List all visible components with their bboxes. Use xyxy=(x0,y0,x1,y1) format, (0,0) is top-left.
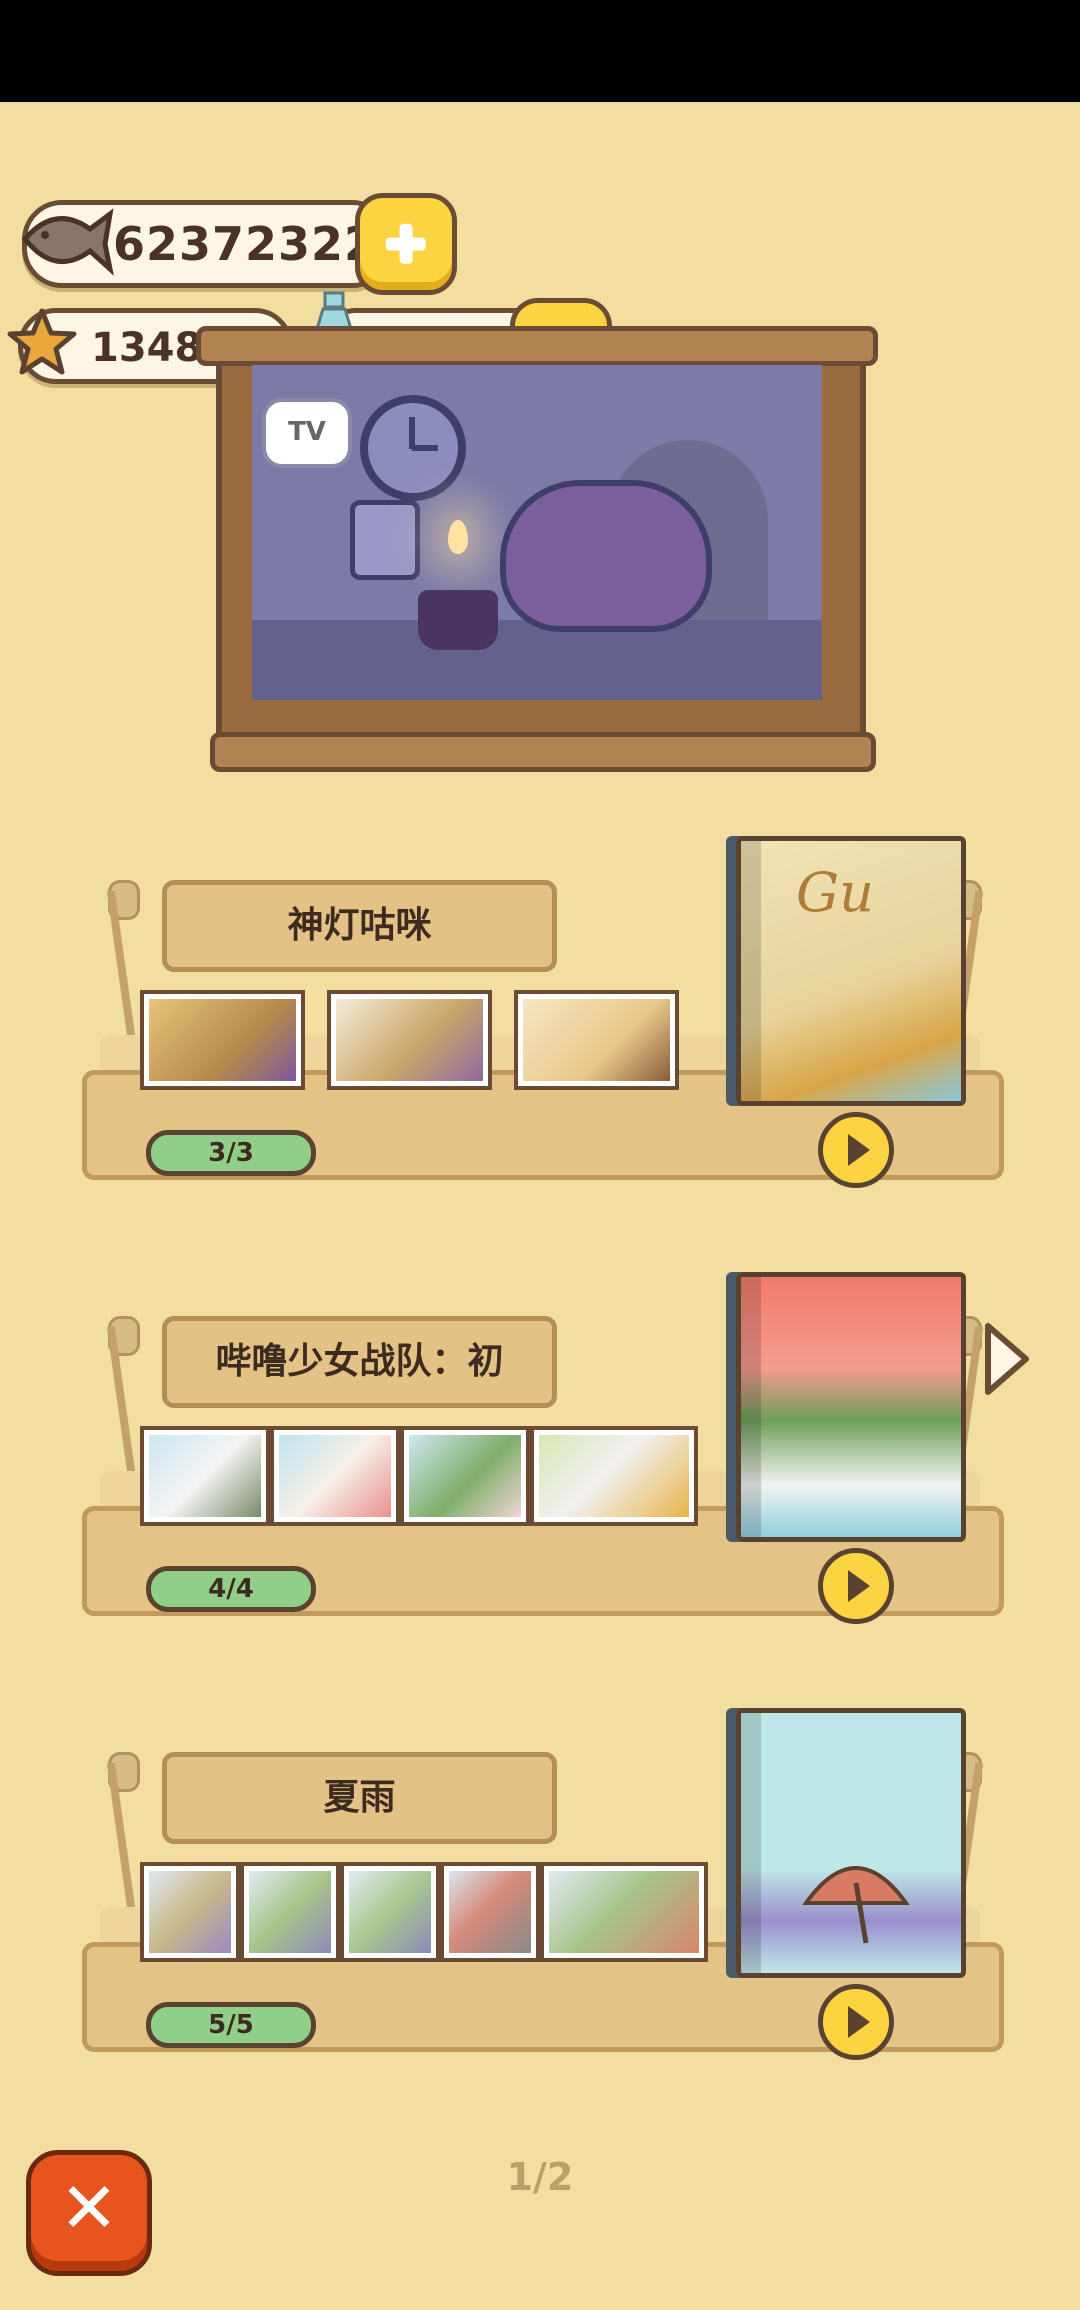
story-title: 夏雨 xyxy=(162,1752,557,1844)
close-button[interactable]: ✕ xyxy=(26,2150,152,2276)
story-thumbnails xyxy=(140,1862,708,1962)
jar-icon xyxy=(350,500,420,580)
book-logo: Gu xyxy=(796,861,874,924)
book-spine xyxy=(741,841,761,1101)
story-progress: 3/3 xyxy=(146,1130,316,1176)
story-progress: 5/5 xyxy=(146,2002,316,2048)
story-title: 哔噜少女战队：初 xyxy=(162,1316,557,1408)
story-thumbnail[interactable] xyxy=(140,990,305,1090)
story-thumbnail[interactable] xyxy=(240,1862,340,1962)
story-thumbnail[interactable] xyxy=(540,1862,708,1962)
story-book-cover[interactable] xyxy=(736,1708,966,1978)
star-icon xyxy=(7,308,77,375)
story-thumbnail[interactable] xyxy=(514,990,679,1090)
pig-character xyxy=(500,480,712,632)
story-shelf-1: 神灯咕咪 Gu 3/3 xyxy=(70,836,1010,1188)
story-thumbnail[interactable] xyxy=(440,1862,540,1962)
fish-amount: 62372322 xyxy=(113,217,378,271)
play-icon[interactable] xyxy=(818,1548,894,1624)
cupcake-icon xyxy=(418,590,498,650)
book-spine xyxy=(741,1713,761,1973)
book-spine xyxy=(741,1277,761,1537)
story-shelf-2: 哔噜少女战队：初 4/4 xyxy=(70,1272,1010,1624)
tv-frame-bottom-bar xyxy=(210,732,876,772)
tv-frame-top-bar xyxy=(196,326,878,366)
story-thumbnail[interactable] xyxy=(140,1426,270,1526)
story-thumbnail[interactable] xyxy=(327,990,492,1090)
page-indicator: 1/2 xyxy=(506,2155,574,2199)
story-title: 神灯咕咪 xyxy=(162,880,557,972)
add-fish-button[interactable] xyxy=(355,193,457,295)
story-thumbnail[interactable] xyxy=(530,1426,698,1526)
status-bar xyxy=(0,0,1080,102)
story-thumbnail[interactable] xyxy=(400,1426,530,1526)
fish-icon xyxy=(21,208,114,276)
story-thumbnails xyxy=(140,1426,698,1526)
story-book-cover[interactable] xyxy=(736,1272,966,1542)
story-thumbnail[interactable] xyxy=(340,1862,440,1962)
story-book-cover[interactable]: Gu xyxy=(736,836,966,1106)
clock-icon xyxy=(360,395,466,501)
story-thumbnail[interactable] xyxy=(140,1862,240,1962)
story-progress: 4/4 xyxy=(146,1566,316,1612)
story-shelf-3: 夏雨 5/5 xyxy=(70,1708,1010,2060)
close-icon: ✕ xyxy=(59,2167,119,2249)
candle-flame xyxy=(448,520,468,554)
story-thumbnail[interactable] xyxy=(270,1426,400,1526)
umbrella-icon xyxy=(802,1866,910,1944)
story-thumbnails xyxy=(140,990,679,1090)
play-icon[interactable] xyxy=(818,1984,894,2060)
next-arrow-icon[interactable] xyxy=(980,1320,1034,1398)
play-icon[interactable] xyxy=(818,1112,894,1188)
fish-currency-pill: 62372322 xyxy=(21,200,392,288)
tv-badge: TV xyxy=(262,398,352,468)
